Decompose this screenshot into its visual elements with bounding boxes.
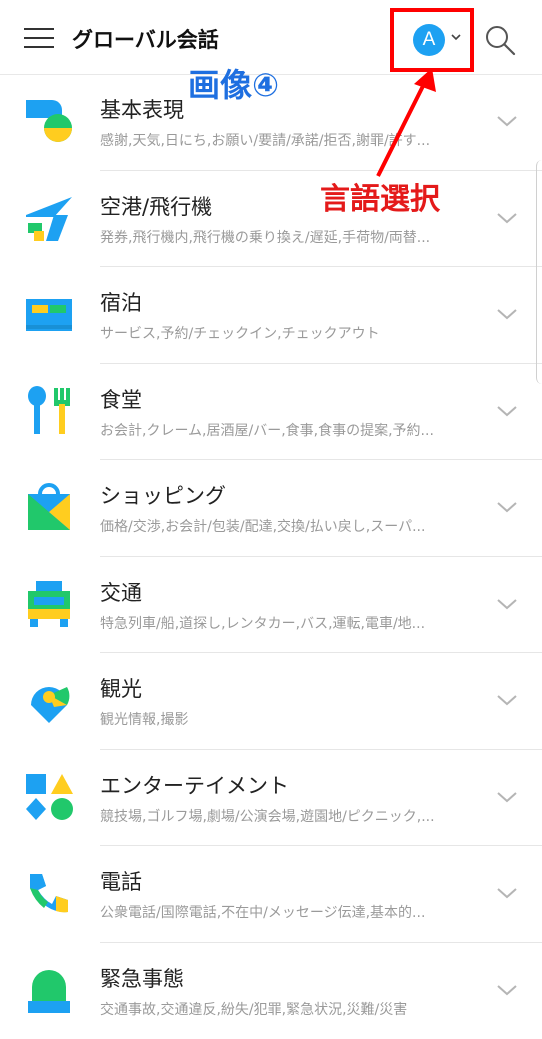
category-subtitle: お会計,クレーム,居酒屋/バー,食事,食事の提案,予約... — [100, 420, 456, 440]
chevron-down-icon[interactable] — [496, 597, 518, 611]
list-item[interactable]: ショッピング 価格/交渉,お会計/包装/配達,交換/払い戻し,スーパ... — [0, 460, 542, 557]
image-number-annotation: 画像④ — [188, 60, 279, 106]
category-subtitle: 競技場,ゴルフ場,劇場/公演会場,遊園地/ピクニック,... — [100, 806, 456, 826]
scroll-edge — [536, 160, 542, 384]
category-subtitle: サービス,予約/チェックイン,チェックアウト — [100, 323, 456, 343]
app-title: グローバル会話 — [72, 24, 219, 54]
chevron-down-icon[interactable] — [496, 886, 518, 900]
language-highlight-box — [390, 8, 474, 72]
category-title: 宿泊 — [100, 287, 142, 317]
category-title: エンターテイメント — [100, 770, 289, 800]
category-title: ショッピング — [100, 480, 226, 510]
category-title: 緊急事態 — [100, 963, 184, 993]
list-item[interactable]: 宿泊 サービス,予約/チェックイン,チェックアウト — [0, 267, 542, 364]
category-title: 観光 — [100, 673, 142, 703]
chevron-down-icon[interactable] — [496, 307, 518, 321]
speech-bubbles-icon — [24, 96, 74, 146]
category-title: 電話 — [100, 866, 142, 896]
chevron-down-icon[interactable] — [496, 693, 518, 707]
list-item[interactable]: 電話 公衆電話/国際電話,不在中/メッセージ伝達,基本的... — [0, 846, 542, 943]
category-subtitle: 観光情報,撮影 — [100, 709, 456, 729]
shopping-bag-icon — [24, 482, 74, 532]
category-subtitle: 公衆電話/国際電話,不在中/メッセージ伝達,基本的... — [100, 902, 456, 922]
car-icon — [24, 579, 74, 629]
list-item[interactable]: 交通 特急列車/船,道探し,レンタカー,バス,運転,電車/地... — [0, 557, 542, 654]
spoon-fork-icon — [24, 386, 74, 436]
category-title: 空港/飛行機 — [100, 191, 212, 221]
category-subtitle: 特急列車/船,道探し,レンタカー,バス,運転,電車/地... — [100, 613, 456, 633]
map-pin-icon — [24, 675, 74, 725]
category-title: 交通 — [100, 577, 142, 607]
chevron-down-icon[interactable] — [496, 790, 518, 804]
list-item[interactable]: 観光 観光情報,撮影 — [0, 653, 542, 750]
phone-icon — [24, 868, 74, 918]
list-item[interactable]: 緊急事態 交通事故,交通違反,紛失/犯罪,緊急状況,災難/災害 — [0, 943, 542, 1039]
list-item[interactable]: 食堂 お会計,クレーム,居酒屋/バー,食事,食事の提案,予約... — [0, 364, 542, 461]
category-subtitle: 価格/交渉,お会計/包装/配達,交換/払い戻し,スーパ... — [100, 516, 456, 536]
chevron-down-icon[interactable] — [496, 983, 518, 997]
category-list: 基本表現 感謝,天気,日にち,お願い/要請/承諾/拒否,謝罪/許す... 空港/… — [0, 74, 542, 1039]
arrow-annotation-icon — [360, 66, 450, 186]
siren-icon — [24, 965, 74, 1015]
chevron-down-icon[interactable] — [496, 404, 518, 418]
category-subtitle: 交通事故,交通違反,紛失/犯罪,緊急状況,災難/災害 — [100, 999, 456, 1019]
list-item[interactable]: 空港/飛行機 発券,飛行機内,飛行機の乗り換え/遅延,手荷物/両替... — [0, 171, 542, 268]
language-select-annotation: 言語選択 — [320, 174, 440, 218]
chevron-down-icon[interactable] — [496, 211, 518, 225]
chevron-down-icon[interactable] — [496, 114, 518, 128]
hamburger-icon[interactable] — [24, 28, 54, 50]
category-title: 基本表現 — [100, 94, 184, 124]
list-item[interactable]: エンターテイメント 競技場,ゴルフ場,劇場/公演会場,遊園地/ピクニック,... — [0, 750, 542, 847]
category-subtitle: 発券,飛行機内,飛行機の乗り換え/遅延,手荷物/両替... — [100, 227, 456, 247]
chevron-down-icon[interactable] — [496, 500, 518, 514]
bed-icon — [24, 289, 74, 339]
search-icon[interactable] — [483, 23, 517, 57]
category-title: 食堂 — [100, 384, 142, 414]
shapes-icon — [24, 772, 74, 822]
airplane-icon — [24, 193, 74, 243]
